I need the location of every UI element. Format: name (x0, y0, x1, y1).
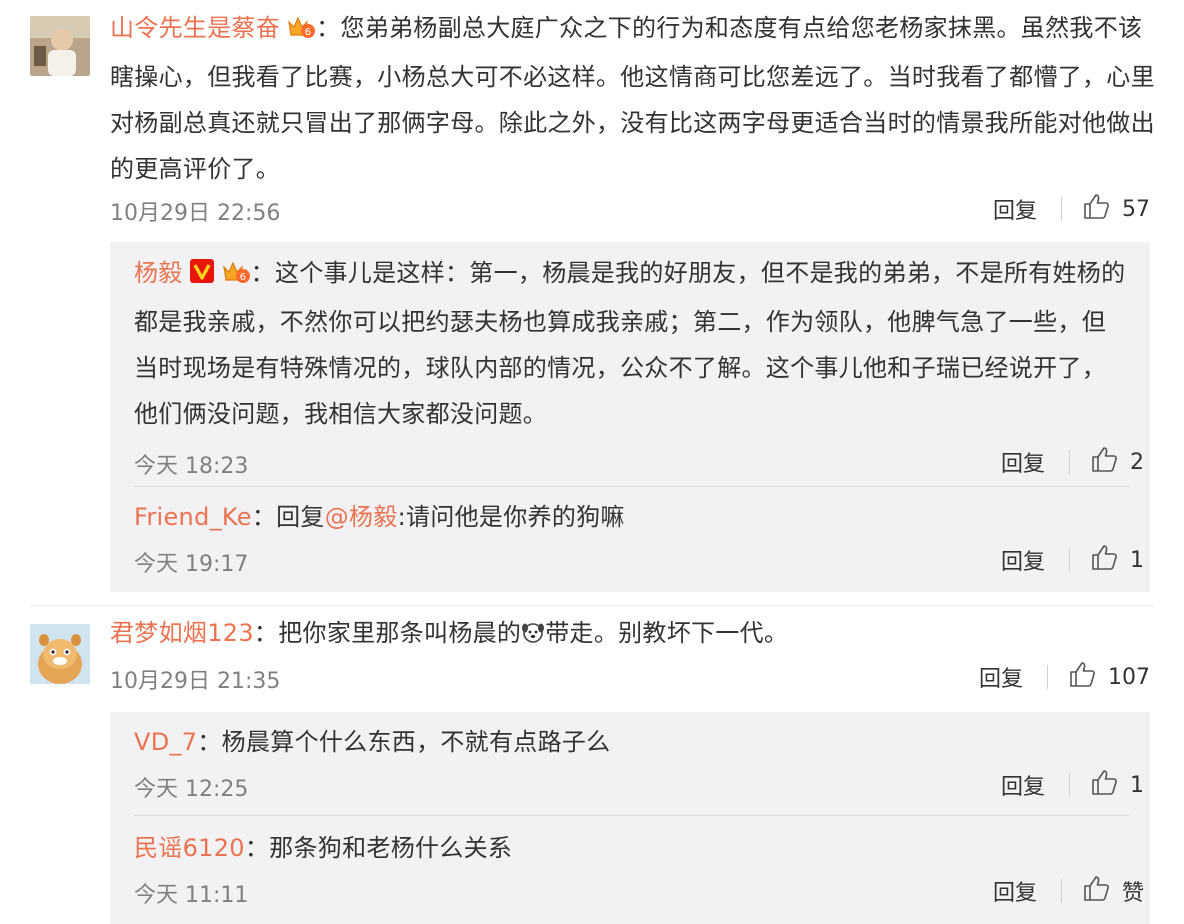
reply-actions: 回复 赞 (993, 876, 1144, 906)
like-count: 2 (1130, 449, 1144, 475)
comment-text: 君梦如烟123：把你家里那条叫杨晨的 带走。别教坏下一代。 (110, 610, 1155, 659)
thumbs-up-icon[interactable] (1082, 192, 1110, 226)
reply-box: VD_7：杨晨算个什么东西，不就有点路子么 今天 12:25 回复 1 民谣61… (110, 712, 1150, 924)
comment-body-end: 带走。别教坏下一代。 (545, 619, 789, 647)
comment-actions: 回复 57 (993, 194, 1150, 224)
action-separator (1069, 773, 1070, 797)
reply-body: ：这个事儿是这样：第一，杨晨是我的好朋友，但不是我的弟弟，不是所有姓杨的都是我亲… (134, 259, 1126, 428)
username[interactable]: 山令先生是蔡奋 (110, 14, 280, 42)
svg-text:6: 6 (239, 272, 246, 283)
avatar[interactable] (30, 624, 90, 684)
reply-item: Friend_Ke：回复@杨毅:请问他是你养的狗嘛 今天 19:17 回复 1 (134, 494, 1144, 577)
thumbs-up-icon[interactable] (1090, 768, 1118, 802)
comment-actions: 回复 107 (979, 662, 1150, 692)
reply-button[interactable]: 回复 (993, 193, 1037, 225)
reply-time: 今天 11:11 (134, 883, 249, 908)
username[interactable]: VD_7 (134, 728, 197, 756)
comment-separator (30, 605, 1154, 606)
like-count: 57 (1122, 196, 1150, 222)
username[interactable]: 君梦如烟123 (110, 619, 254, 647)
reply-text: VD_7：杨晨算个什么东西，不就有点路子么 (134, 719, 1129, 765)
like-count: 107 (1108, 664, 1150, 690)
reply-actions: 回复 1 (1001, 770, 1144, 800)
action-separator (1069, 548, 1070, 572)
thumbs-up-icon[interactable] (1082, 874, 1110, 908)
verified-v-icon (189, 253, 215, 299)
vip-crown-icon: 6 (221, 253, 251, 299)
action-separator (1060, 879, 1062, 903)
reply-item: 杨毅 6 ：这个事儿是这样：第一，杨晨是我的好朋友，但不是我的弟弟，不是所有姓杨… (134, 250, 1144, 479)
reply-time: 今天 19:17 (134, 552, 249, 577)
reply-time: 今天 18:23 (134, 454, 249, 479)
mention-link[interactable]: @杨毅 (325, 503, 398, 531)
reply-box: 杨毅 6 ：这个事儿是这样：第一，杨晨是我的好朋友，但不是我的弟弟，不是所有姓杨… (110, 242, 1150, 592)
vip-crown-icon: 6 (286, 8, 316, 54)
reply-item: VD_7：杨晨算个什么东西，不就有点路子么 今天 12:25 回复 1 (134, 719, 1144, 802)
username[interactable]: Friend_Ke (134, 503, 252, 531)
reply-divider (134, 815, 1129, 816)
reply-actions: 回复 2 (1001, 447, 1144, 477)
dog-emoji-icon (521, 613, 545, 659)
avatar[interactable] (30, 16, 90, 76)
reply-divider (134, 486, 1129, 487)
action-separator (1061, 197, 1062, 221)
comment-time: 10月29日 22:56 (110, 201, 281, 226)
comment-body-start: ：把你家里那条叫杨晨的 (253, 619, 522, 647)
like-count: 1 (1130, 547, 1144, 573)
reply-button[interactable]: 回复 (993, 875, 1037, 907)
svg-text:6: 6 (305, 27, 312, 38)
reply-button[interactable]: 回复 (1001, 544, 1045, 576)
reply-button[interactable]: 回复 (979, 661, 1023, 693)
reply-item: 民谣6120：那条狗和老杨什么关系 今天 11:11 回复 赞 (134, 825, 1144, 908)
comment-time: 10月29日 21:35 (110, 669, 281, 694)
reply-button[interactable]: 回复 (1001, 446, 1045, 478)
like-count: 赞 (1121, 881, 1144, 906)
reply-text: 民谣6120：那条狗和老杨什么关系 (134, 825, 1129, 871)
thumbs-up-icon[interactable] (1090, 543, 1118, 577)
reply-button[interactable]: 回复 (1001, 769, 1045, 801)
reply-body: ：那条狗和老杨什么关系 (244, 834, 513, 862)
reply-time: 今天 12:25 (134, 777, 249, 802)
reply-actions: 回复 1 (1001, 545, 1144, 575)
comment-text: 山令先生是蔡奋 6 ：您弟弟杨副总大庭广众之下的行为和态度有点给您老杨家抹黑。虽… (110, 5, 1155, 192)
username[interactable]: 民谣6120 (134, 834, 245, 862)
reply-body: ：杨晨算个什么东西，不就有点路子么 (197, 728, 611, 756)
reply-prefix: ：回复 (251, 503, 325, 531)
thumbs-up-icon[interactable] (1090, 445, 1118, 479)
reply-text: 杨毅 6 ：这个事儿是这样：第一，杨晨是我的好朋友，但不是我的弟弟，不是所有姓杨… (134, 250, 1129, 437)
action-separator (1069, 450, 1070, 474)
reply-text: Friend_Ke：回复@杨毅:请问他是你养的狗嘛 (134, 494, 1129, 540)
like-count: 1 (1130, 772, 1144, 798)
action-separator (1047, 665, 1048, 689)
reply-body: :请问他是你养的狗嘛 (397, 503, 625, 531)
username[interactable]: 杨毅 (134, 259, 183, 287)
thumbs-up-icon[interactable] (1068, 660, 1096, 694)
